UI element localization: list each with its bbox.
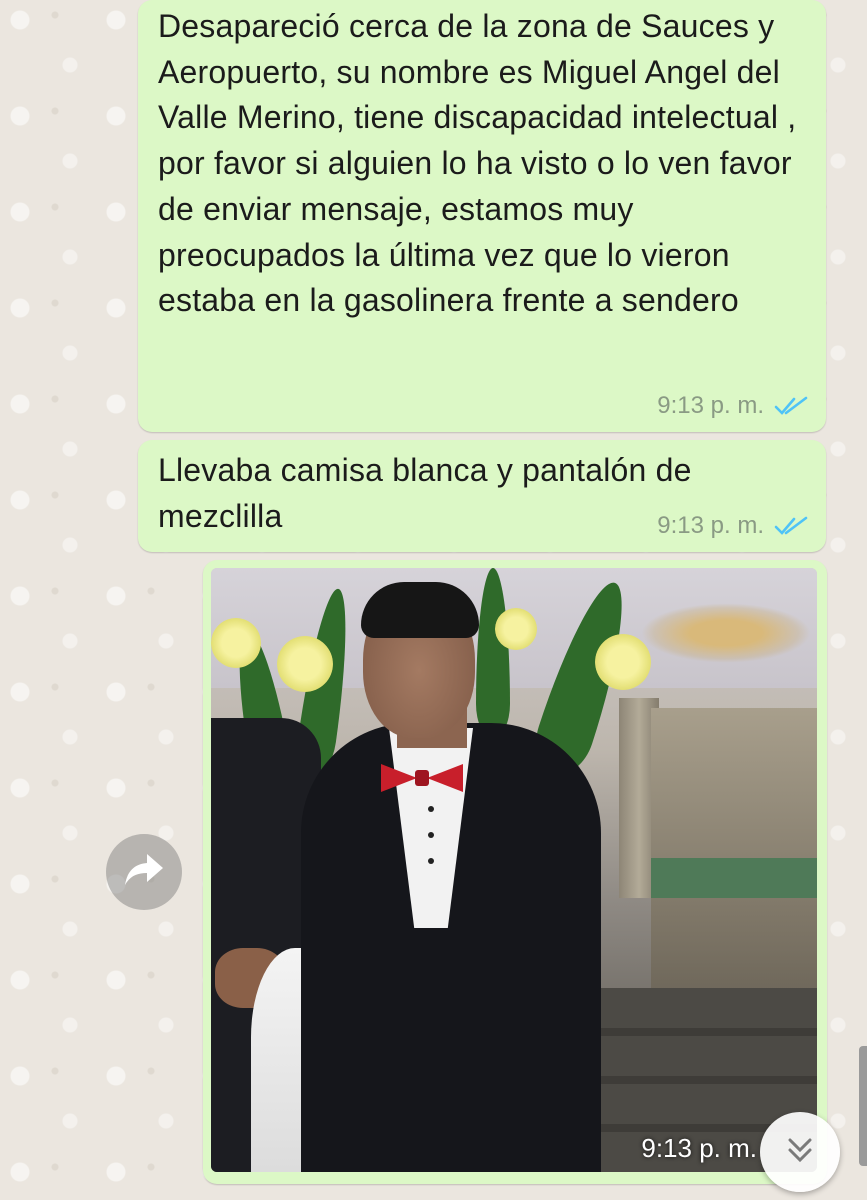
double-check-read-icon (774, 396, 808, 416)
message-time: 9:13 p. m. (641, 1133, 757, 1163)
outgoing-message-bubble[interactable]: Llevaba camisa blanca y pantalón de mezc… (138, 440, 826, 552)
photo-hair (361, 582, 479, 638)
photo-flower (495, 608, 537, 650)
photo-flower (211, 618, 261, 668)
scroll-to-bottom-button[interactable] (760, 1112, 840, 1192)
message-time: 9:13 p. m. (657, 392, 764, 419)
photo-bowtie-knot (415, 770, 429, 786)
message-text: Desapareció cerca de la zona de Sauces y… (158, 8, 797, 319)
forward-arrow-icon (123, 852, 165, 893)
forward-button[interactable] (106, 834, 182, 910)
photo-shirt-button (428, 858, 434, 864)
message-meta: 9:13 p. m. (657, 392, 808, 420)
double-chevron-down-icon (783, 1133, 817, 1172)
photo-flower (277, 636, 333, 692)
photo-bowtie (427, 764, 463, 792)
outgoing-image-message[interactable]: 9:13 p. m. (203, 560, 827, 1184)
scrollbar-thumb[interactable] (859, 1046, 867, 1166)
message-meta: 9:13 p. m. (657, 512, 808, 540)
photo-shirt-button (428, 806, 434, 812)
photo-flower (595, 634, 651, 690)
double-check-read-icon (774, 516, 808, 536)
message-meta: 9:13 p. m. (641, 1133, 757, 1164)
message-time: 9:13 p. m. (657, 512, 764, 539)
photo-altar-cloth (651, 858, 817, 898)
photo-shirt-button (428, 832, 434, 838)
photo-bowtie (381, 764, 417, 792)
photo-ornament (641, 603, 811, 663)
message-photo[interactable] (211, 568, 817, 1172)
outgoing-message-bubble[interactable]: Desapareció cerca de la zona de Sauces y… (138, 0, 826, 432)
